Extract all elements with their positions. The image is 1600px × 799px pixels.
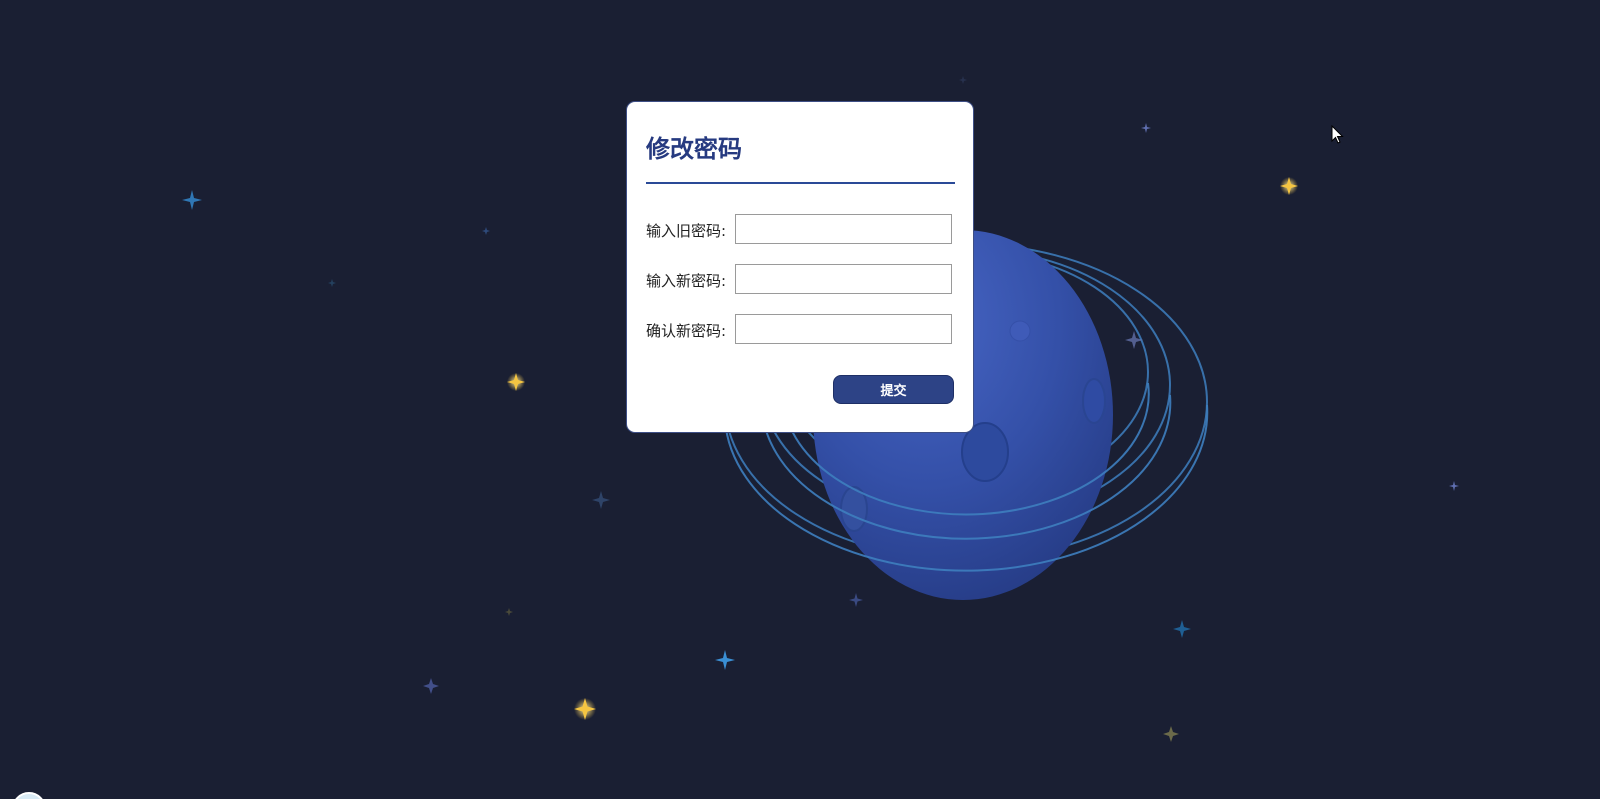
star-yellow [507,373,525,391]
old-password-label: 输入旧密码: [646,222,727,240]
title-divider [646,182,955,184]
star-blue [715,650,735,670]
new-password-input[interactable] [735,264,952,294]
page-title: 修改密码 [646,135,742,163]
old-password-row: 输入旧密码: [646,214,955,244]
page: 修改密码 输入旧密码: 输入新密码: 确认新密码: 提交 [0,0,1600,799]
star-dim [592,491,610,509]
star-dim [1125,331,1143,349]
star-dim-yellow [1163,726,1179,742]
star-dim [423,678,439,694]
star-yellow [1280,177,1298,195]
star-small [328,279,336,287]
confirm-password-input[interactable] [735,314,952,344]
star-small [505,608,513,616]
change-password-card: 修改密码 输入旧密码: 输入新密码: 确认新密码: 提交 [626,101,974,433]
star-small [1141,123,1151,133]
star-dim [849,593,863,607]
mouse-cursor-icon [1331,125,1344,144]
old-password-input[interactable] [735,214,952,244]
new-password-label: 输入新密码: [646,272,727,290]
star-blue [182,190,202,210]
new-password-row: 输入新密码: [646,264,955,294]
star-small [1449,481,1459,491]
star-small [959,76,967,84]
confirm-password-label: 确认新密码: [646,322,727,340]
star-blue [1173,620,1191,638]
submit-button[interactable]: 提交 [833,375,954,404]
confirm-password-row: 确认新密码: [646,314,955,344]
star-yellow [574,698,596,720]
star-small [482,227,490,235]
